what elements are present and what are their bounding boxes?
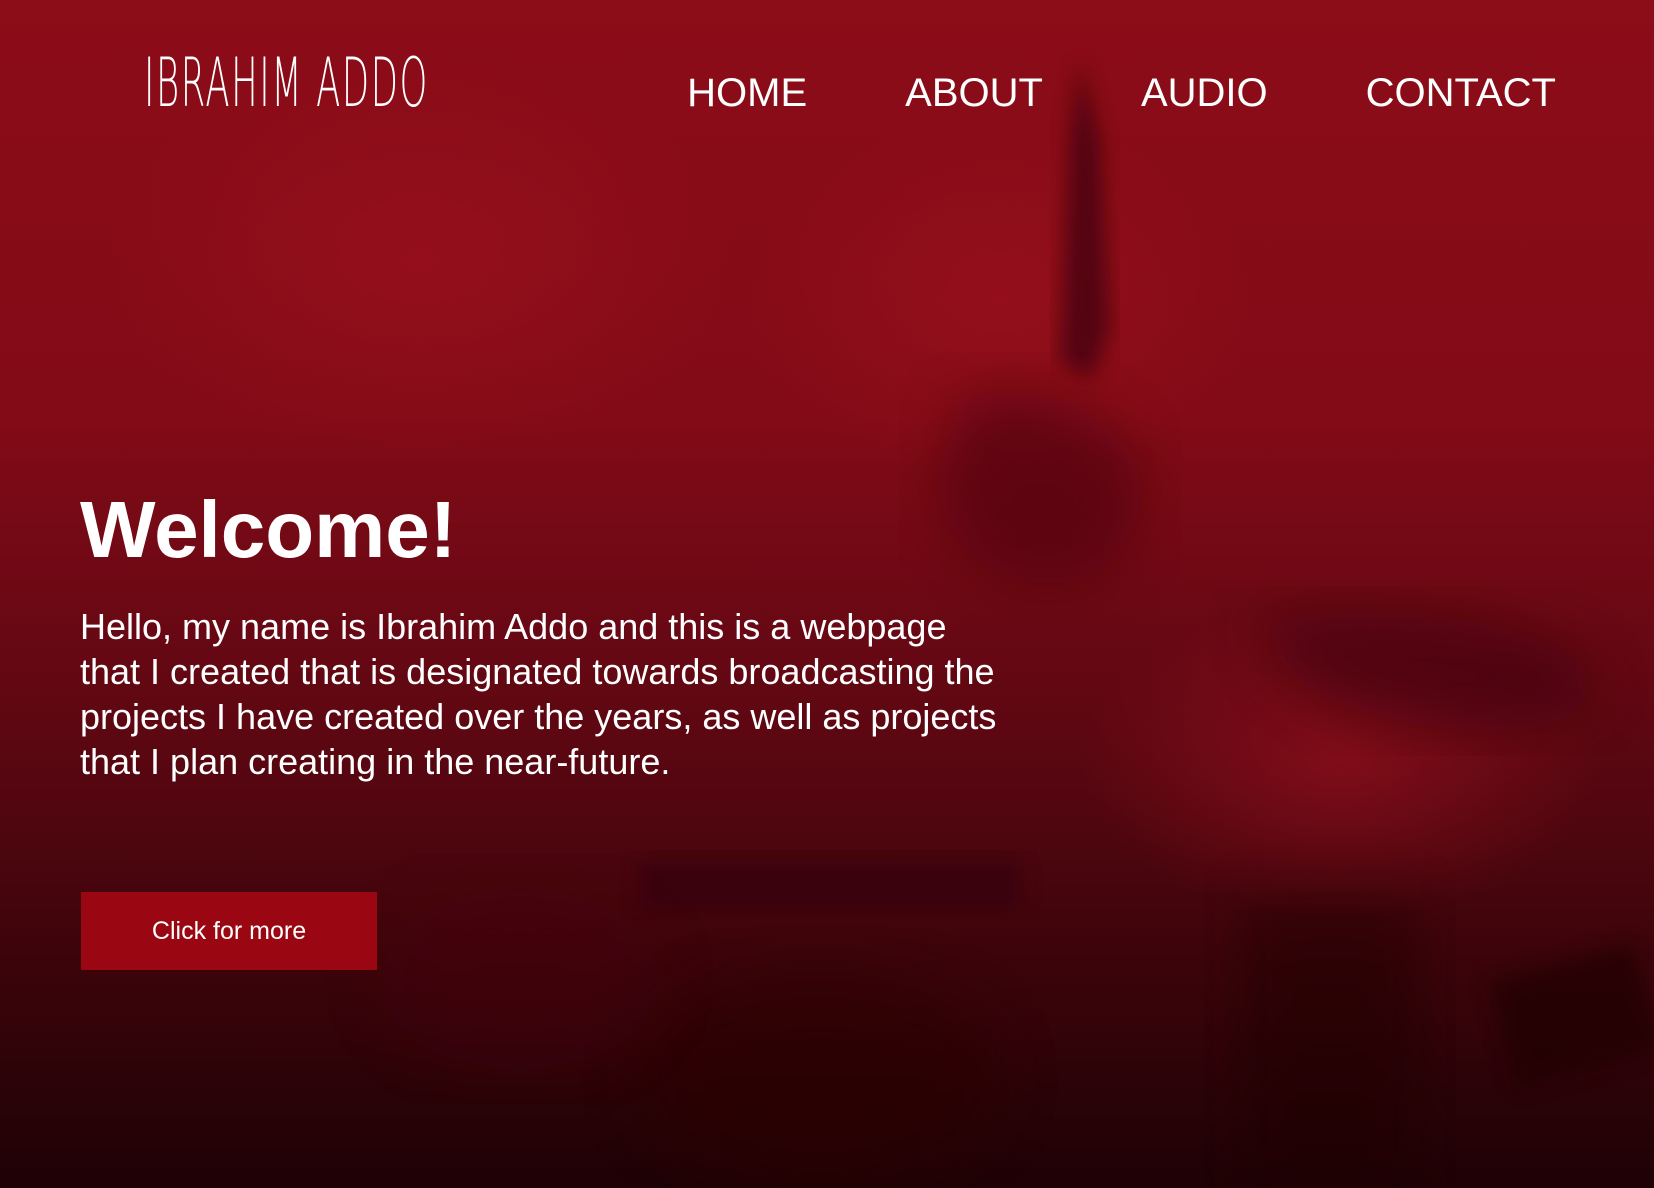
dark-shape — [1240, 900, 1420, 1188]
dark-shape — [640, 860, 1020, 910]
site-logo[interactable]: IBRAHIM ADDO — [144, 50, 429, 118]
hero-title: Welcome! — [80, 485, 457, 574]
nav-contact-link[interactable]: CONTACT — [1366, 70, 1556, 116]
main-nav: HOME ABOUT AUDIO CONTACT — [687, 70, 1556, 116]
hero-intro-text: Hello, my name is Ibrahim Addo and this … — [80, 606, 997, 782]
dark-shape — [1489, 943, 1654, 1087]
page: IBRAHIM ADDO HOME ABOUT AUDIO CONTACT We… — [0, 0, 1654, 1188]
nav-about-link[interactable]: ABOUT — [905, 70, 1043, 116]
site-header: IBRAHIM ADDO HOME ABOUT AUDIO CONTACT — [0, 0, 1654, 190]
dark-shape — [640, 970, 1000, 1188]
dark-shape — [380, 890, 660, 1070]
hero-section: Welcome! Hello, my name is Ibrahim Addo … — [80, 480, 1000, 784]
nav-home-link[interactable]: HOME — [687, 70, 807, 116]
nav-audio-link[interactable]: AUDIO — [1141, 70, 1268, 116]
click-for-more-button[interactable]: Click for more — [81, 892, 377, 970]
